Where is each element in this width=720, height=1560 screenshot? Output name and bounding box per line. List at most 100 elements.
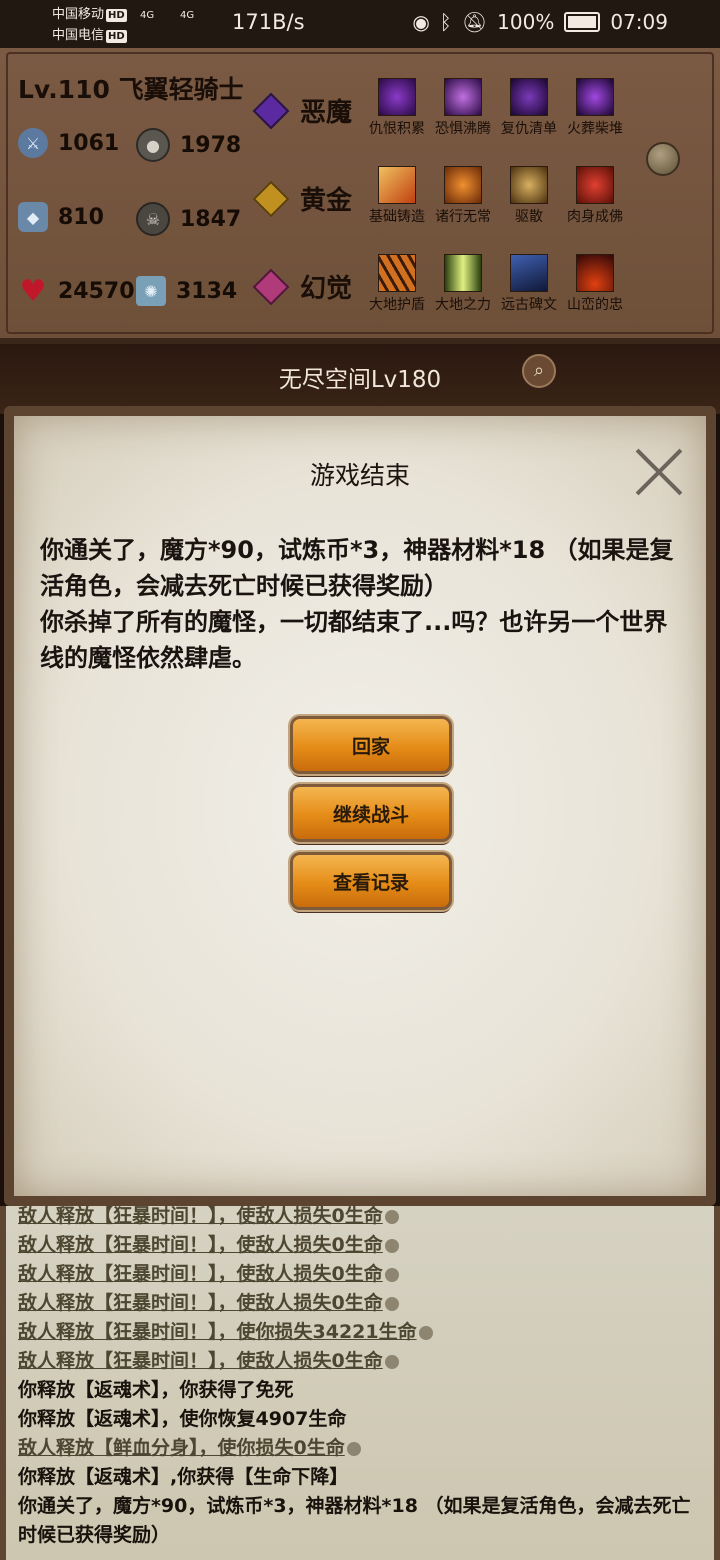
log-line: 敌人释放【狂暴时间！】，使你损失34221生命 bbox=[18, 1318, 433, 1347]
character-panel: Lv.110 飞翼轻骑士 ⚔ 1061 ● 1978 ◆ 810 ☠ 1847 … bbox=[0, 48, 720, 344]
skill-label: 驱散 bbox=[515, 209, 543, 225]
stat-value: 1061 bbox=[58, 130, 120, 156]
mute-icon: 🔕︎ bbox=[461, 10, 488, 34]
skill-icon bbox=[576, 166, 614, 204]
battery-icon bbox=[564, 12, 601, 32]
skill-slot[interactable]: 肉身成佛 bbox=[562, 166, 628, 226]
skill-slot[interactable]: 远古碑文 bbox=[496, 254, 562, 314]
log-line: 你释放【返魂术】，使你恢复4907生命 bbox=[18, 1408, 347, 1430]
orb-icon[interactable] bbox=[646, 142, 680, 176]
gem-icon bbox=[252, 92, 290, 129]
log-line: 敌人释放【狂暴时间！】，使敌人损失0生命 bbox=[18, 1231, 399, 1260]
coin-icon bbox=[384, 1267, 399, 1282]
skill-icon bbox=[510, 78, 548, 116]
skill-slot[interactable]: 大地之力 bbox=[430, 254, 496, 314]
clock: 07:09 bbox=[610, 10, 668, 34]
skill-slot[interactable]: 诸行无常 bbox=[430, 166, 496, 226]
skill-icon bbox=[378, 78, 416, 116]
coin-icon bbox=[384, 1209, 399, 1224]
stat-defense: ◆ 810 bbox=[18, 202, 104, 232]
gem-icon bbox=[252, 268, 290, 305]
skill-label: 大地护盾 bbox=[369, 297, 425, 313]
rune-row-gold[interactable]: 黄金 bbox=[252, 180, 380, 217]
view-records-button[interactable]: 查看记录 bbox=[290, 852, 452, 910]
eye-icon: ◉ bbox=[412, 10, 430, 34]
character-title: Lv.110 飞翼轻骑士 bbox=[18, 75, 244, 104]
skill-label: 恐惧沸腾 bbox=[435, 121, 491, 137]
dungeon-header: 无尽空间Lv180 ⌕ bbox=[0, 344, 720, 414]
dungeon-name: 无尽空间Lv180 bbox=[278, 367, 442, 393]
stat-value: 1847 bbox=[180, 206, 242, 232]
skill-slot[interactable]: 基础铸造 bbox=[364, 166, 430, 226]
battery-percent: 100% bbox=[497, 10, 555, 34]
heart-icon: ♥ bbox=[19, 273, 47, 309]
skill-slot[interactable]: 仇恨积累 bbox=[364, 78, 430, 138]
continue-battle-button[interactable]: 继续战斗 bbox=[290, 784, 452, 842]
skill-slot[interactable]: 恐惧沸腾 bbox=[430, 78, 496, 138]
story-message: 你杀掉了所有的魔怪，一切都结束了...吗？也许另一个世界线的魔怪依然肆虐。 bbox=[40, 608, 668, 672]
skull-icon: ☠ bbox=[136, 202, 170, 236]
coin-icon bbox=[384, 1296, 399, 1311]
stat-4: ☠ 1847 bbox=[136, 202, 241, 236]
skill-icon bbox=[444, 166, 482, 204]
coin-icon bbox=[346, 1441, 361, 1456]
skill-icon bbox=[378, 166, 416, 204]
log-line: 你释放【返魂术】,你获得【生命下降】 bbox=[18, 1466, 349, 1488]
log-line: 敌人释放【狂暴时间！】，使敌人损失0生命 bbox=[18, 1289, 399, 1318]
coin-icon bbox=[418, 1325, 433, 1340]
log-line: 敌人释放【狂暴时间！】，使敌人损失0生命 bbox=[18, 1202, 399, 1231]
carrier-1: 中国移动 bbox=[52, 7, 105, 22]
shield-icon: ◆ bbox=[18, 202, 48, 232]
carrier-2: 中国电信 bbox=[52, 28, 105, 43]
skill-icon bbox=[510, 254, 548, 292]
skill-icon bbox=[444, 78, 482, 116]
network-badge: 4G bbox=[140, 10, 155, 21]
search-icon[interactable]: ⌕ bbox=[522, 354, 556, 388]
network-badge: 4G bbox=[180, 10, 195, 21]
skill-label: 山峦的忠 bbox=[567, 297, 623, 313]
skill-icon bbox=[378, 254, 416, 292]
status-right: ◉ ᛒ 🔕︎ 100% 07:09 bbox=[412, 10, 668, 34]
coin-icon bbox=[384, 1354, 399, 1369]
network-speed: 171B/s bbox=[232, 10, 305, 34]
stat-6: ✺ 3134 bbox=[136, 276, 237, 306]
stat-value: 810 bbox=[58, 204, 104, 230]
rune-row-demon[interactable]: 恶魔 bbox=[252, 92, 380, 129]
rune-row-illusion[interactable]: 幻觉 bbox=[252, 268, 380, 305]
skill-label: 诸行无常 bbox=[435, 209, 491, 225]
skill-slot[interactable]: 复仇清单 bbox=[496, 78, 562, 138]
stat-value: 3134 bbox=[176, 278, 238, 304]
bluetooth-icon: ᛒ bbox=[439, 10, 452, 34]
close-icon[interactable] bbox=[634, 446, 686, 498]
hd-badge: HD bbox=[106, 30, 127, 43]
log-line: 你释放【返魂术】，你获得了免死 bbox=[18, 1379, 294, 1401]
coin-icon: ● bbox=[136, 128, 170, 162]
skill-icon bbox=[444, 254, 482, 292]
sword-icon: ⚔ bbox=[18, 128, 48, 158]
home-button[interactable]: 回家 bbox=[290, 716, 452, 774]
reward-message: 你通关了，魔方*90，试炼币*3，神器材料*18 （如果是复活角色，会减去死亡时… bbox=[40, 536, 674, 600]
skill-label: 复仇清单 bbox=[501, 121, 557, 137]
log-line: 敌人释放【狂暴时间！】，使敌人损失0生命 bbox=[18, 1347, 399, 1376]
skill-icon bbox=[576, 78, 614, 116]
dialog-title: 游戏结束 bbox=[309, 461, 410, 490]
log-line: 敌人释放【狂暴时间！】，使敌人损失0生命 bbox=[18, 1260, 399, 1289]
skill-label: 大地之力 bbox=[435, 297, 491, 313]
battle-log[interactable]: 敌人释放【狂暴时间！】，使敌人损失0生命 敌人释放【狂暴时间！】，使敌人损失0生… bbox=[0, 1205, 720, 1560]
skill-slot[interactable]: 山峦的忠 bbox=[562, 254, 628, 314]
log-line: 敌人释放【鲜血分身】，使你损失0生命 bbox=[18, 1434, 361, 1463]
skill-label: 肉身成佛 bbox=[567, 209, 623, 225]
stat-2: ● 1978 bbox=[136, 128, 241, 162]
skill-icon bbox=[510, 166, 548, 204]
skill-label: 基础铸造 bbox=[369, 209, 425, 225]
coin-icon bbox=[384, 1238, 399, 1253]
skill-label: 远古碑文 bbox=[501, 297, 557, 313]
skill-label: 仇恨积累 bbox=[369, 121, 425, 137]
game-over-dialog: 游戏结束 你通关了，魔方*90，试炼币*3，神器材料*18 （如果是复活角色，会… bbox=[4, 406, 716, 1206]
carrier-info: 中国移动 HD 中国电信 HD bbox=[52, 4, 127, 46]
stat-hp: ♥ 24570 bbox=[18, 273, 135, 309]
skill-slot[interactable]: 驱散 bbox=[496, 166, 562, 226]
skill-slot[interactable]: 大地护盾 bbox=[364, 254, 430, 314]
skill-icon bbox=[576, 254, 614, 292]
skill-slot[interactable]: 火葬柴堆 bbox=[562, 78, 628, 138]
